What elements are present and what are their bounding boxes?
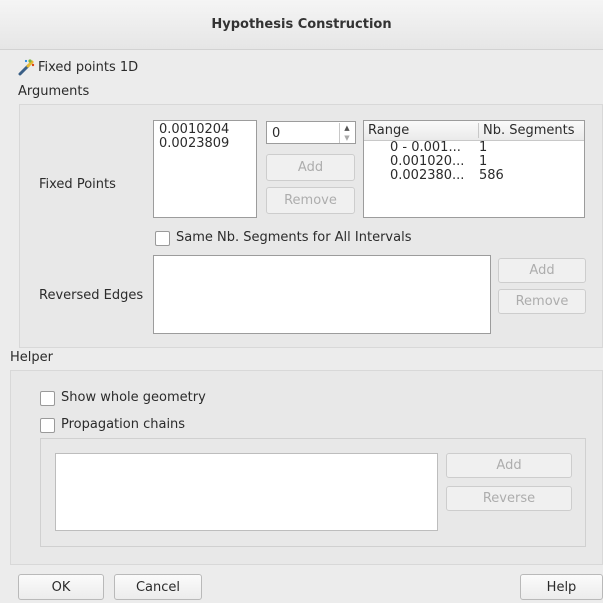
propagation-add-button[interactable]: Add [446,453,572,478]
cell-range: 0 - 0.001... [390,140,461,155]
spinbox-value: 0 [272,126,281,141]
arguments-heading: Arguments [18,84,90,99]
segments-table[interactable]: Range Nb. Segments 0 - 0.001... 1 0.0010… [363,120,585,218]
list-item[interactable]: 0.0010204 [159,123,251,137]
reversed-edges-remove-button[interactable]: Remove [498,289,586,314]
help-button[interactable]: Help [520,574,603,600]
show-whole-geometry-checkbox[interactable] [40,391,55,406]
reversed-edges-add-button[interactable]: Add [498,258,586,283]
cell-segments: 1 [479,154,488,169]
cell-segments: 586 [479,168,504,183]
propagation-chains-checkbox[interactable] [40,418,55,433]
window-title: Hypothesis Construction [211,17,392,32]
same-nb-segments-label[interactable]: Same Nb. Segments for All Intervals [176,230,411,245]
fixed-points-add-button[interactable]: Add [266,154,355,181]
title-bar: Hypothesis Construction [0,0,603,50]
column-header-range[interactable]: Range [364,123,479,138]
spin-up-icon[interactable]: ▲ [339,123,354,133]
wand-icon [17,58,35,76]
propagation-reverse-button[interactable]: Reverse [446,486,572,511]
fixed-point-spinbox[interactable]: 0 ▲ ▼ [266,121,356,144]
list-item[interactable]: 0.0023809 [159,137,251,151]
helper-heading: Helper [10,350,53,365]
table-row[interactable]: 0.001020... 1 [364,155,584,169]
ok-button[interactable]: OK [18,574,104,600]
cell-segments: 1 [479,140,488,155]
propagation-chains-label[interactable]: Propagation chains [61,417,185,432]
fixed-points-remove-button[interactable]: Remove [266,187,355,214]
reversed-edges-label: Reversed Edges [39,288,144,303]
spin-down-icon[interactable]: ▼ [339,133,354,143]
cell-range: 0.001020... [390,154,465,169]
table-row[interactable]: 0 - 0.001... 1 [364,141,584,155]
show-whole-geometry-label[interactable]: Show whole geometry [61,390,206,405]
fixed-points-label: Fixed Points [39,177,116,192]
table-row[interactable]: 0.002380... 586 [364,169,584,183]
column-header-segments[interactable]: Nb. Segments [479,123,575,138]
table-header: Range Nb. Segments [364,121,584,141]
fixed-points-list[interactable]: 0.0010204 0.0023809 [153,120,257,218]
same-nb-segments-checkbox[interactable] [155,231,170,246]
reversed-edges-list[interactable] [153,255,491,334]
propagation-chains-list[interactable] [55,453,438,531]
cancel-button[interactable]: Cancel [114,574,202,600]
hypothesis-name: Fixed points 1D [38,60,139,75]
cell-range: 0.002380... [390,168,465,183]
